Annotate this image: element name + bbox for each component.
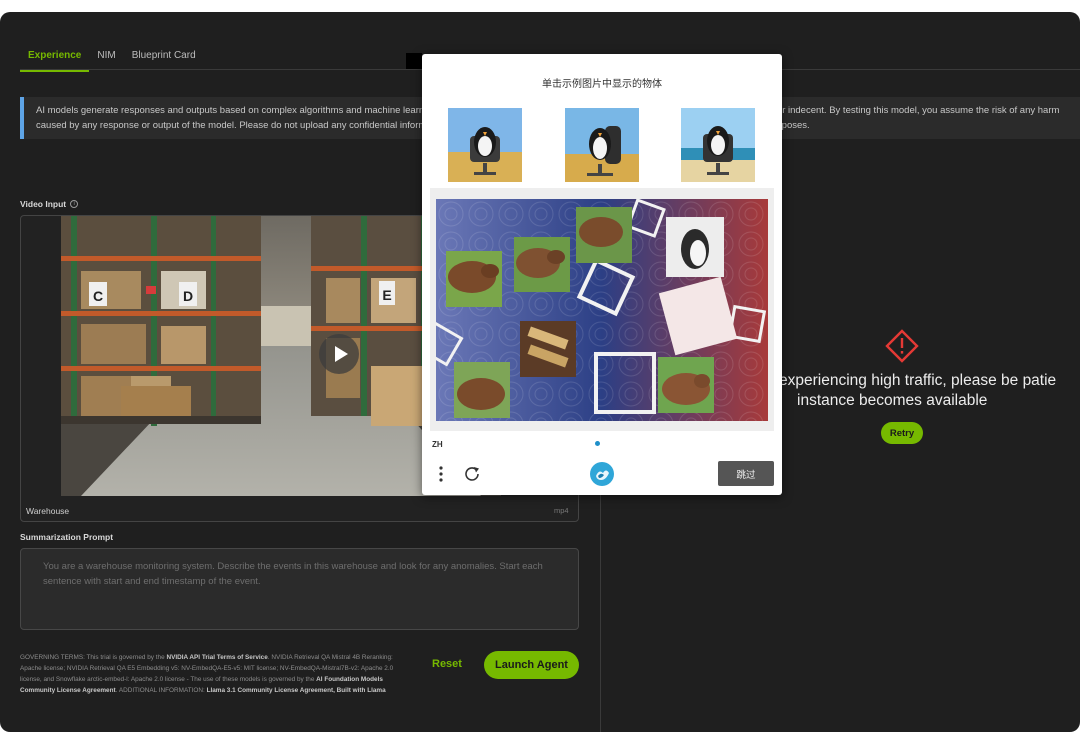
error-message-line-1: experiencing high traffic, please be pat… <box>779 372 1057 389</box>
info-icon[interactable]: i <box>70 200 79 208</box>
video-file-name: Warehouse <box>26 506 70 516</box>
penguin-chair-image <box>448 108 522 182</box>
reset-button[interactable]: Reset <box>432 658 462 670</box>
summarization-prompt-input[interactable]: You are a warehouse monitoring system. D… <box>20 548 579 630</box>
captcha-challenge-area <box>430 188 774 431</box>
language-selector[interactable]: ZH <box>432 440 443 449</box>
more-vertical-icon[interactable] <box>436 464 446 484</box>
summarization-prompt-label: Summarization Prompt <box>20 532 114 542</box>
captcha-challenge-image <box>436 199 768 421</box>
governing-terms: GOVERNING TERMS: This trial is governed … <box>20 652 400 696</box>
overlay-corner <box>406 53 422 69</box>
retry-button[interactable]: Retry <box>881 422 923 444</box>
hcaptcha-logo-icon <box>590 462 614 486</box>
terms-link-trial[interactable]: NVIDIA API Trial Terms of Service <box>166 654 267 661</box>
launch-agent-button[interactable]: Launch Agent <box>484 651 579 679</box>
refresh-icon[interactable] <box>462 464 482 484</box>
play-button[interactable] <box>319 334 359 374</box>
video-input-label-text: Video Input <box>20 199 67 209</box>
captcha-challenge-canvas[interactable] <box>436 199 768 421</box>
error-message-line-2: instance becomes available <box>797 392 988 409</box>
page-indicator-dot <box>595 441 600 446</box>
terms-link-llama[interactable]: Llama 3.1 Community License Agreement, B… <box>207 687 386 694</box>
example-image-3 <box>681 108 755 182</box>
shelf-label-d: D <box>183 288 193 304</box>
captcha-dialog: 单击示例图片中显示的物体 ZH 跳过 <box>422 54 782 495</box>
terms-text-1: GOVERNING TERMS: This trial is governed … <box>20 654 167 661</box>
shelf-label-c: C <box>93 288 103 304</box>
example-image-1 <box>448 108 522 182</box>
video-file-ext: mp4 <box>554 506 569 515</box>
shelf-label-e: E <box>382 287 391 303</box>
video-input-label: Video Input i <box>20 199 79 209</box>
terms-text-3: . ADDITIONAL INFORMATION: <box>115 687 207 694</box>
example-image-2 <box>565 108 639 182</box>
penguin-chair-image <box>681 108 755 182</box>
skip-button[interactable]: 跳过 <box>718 461 774 486</box>
warning-icon <box>885 329 919 363</box>
play-icon <box>334 346 348 362</box>
captcha-title: 单击示例图片中显示的物体 <box>542 79 662 90</box>
penguin-chair-image <box>565 108 639 182</box>
